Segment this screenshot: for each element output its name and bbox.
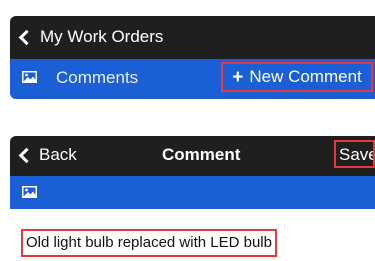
comment-editor-panel: Back Comment Save Old light bulb replace…	[10, 136, 375, 261]
plus-icon: +	[232, 66, 244, 88]
back-to-work-orders-link[interactable]: My Work Orders	[40, 27, 163, 47]
page-title: Comment	[162, 145, 241, 164]
comments-toolbar: Comments + New Comment	[10, 59, 375, 99]
comment-toolbar	[10, 176, 375, 209]
back-button[interactable]: Back	[39, 145, 77, 165]
new-comment-button[interactable]: + New Comment	[221, 62, 373, 92]
picture-icon	[22, 71, 37, 83]
comment-header: Back Comment Save	[10, 136, 375, 176]
chevron-left-icon[interactable]	[18, 29, 35, 46]
save-button[interactable]: Save	[334, 140, 375, 168]
comments-tab[interactable]: Comments	[56, 68, 138, 88]
comment-text-field[interactable]: Old light bulb replaced with LED bulb	[21, 229, 277, 257]
work-orders-panel: My Work Orders Comments + New Comment	[10, 16, 375, 99]
work-orders-header: My Work Orders	[10, 16, 375, 59]
new-comment-label: New Comment	[249, 67, 362, 86]
chevron-left-icon[interactable]	[18, 147, 35, 164]
picture-icon[interactable]	[22, 186, 37, 198]
